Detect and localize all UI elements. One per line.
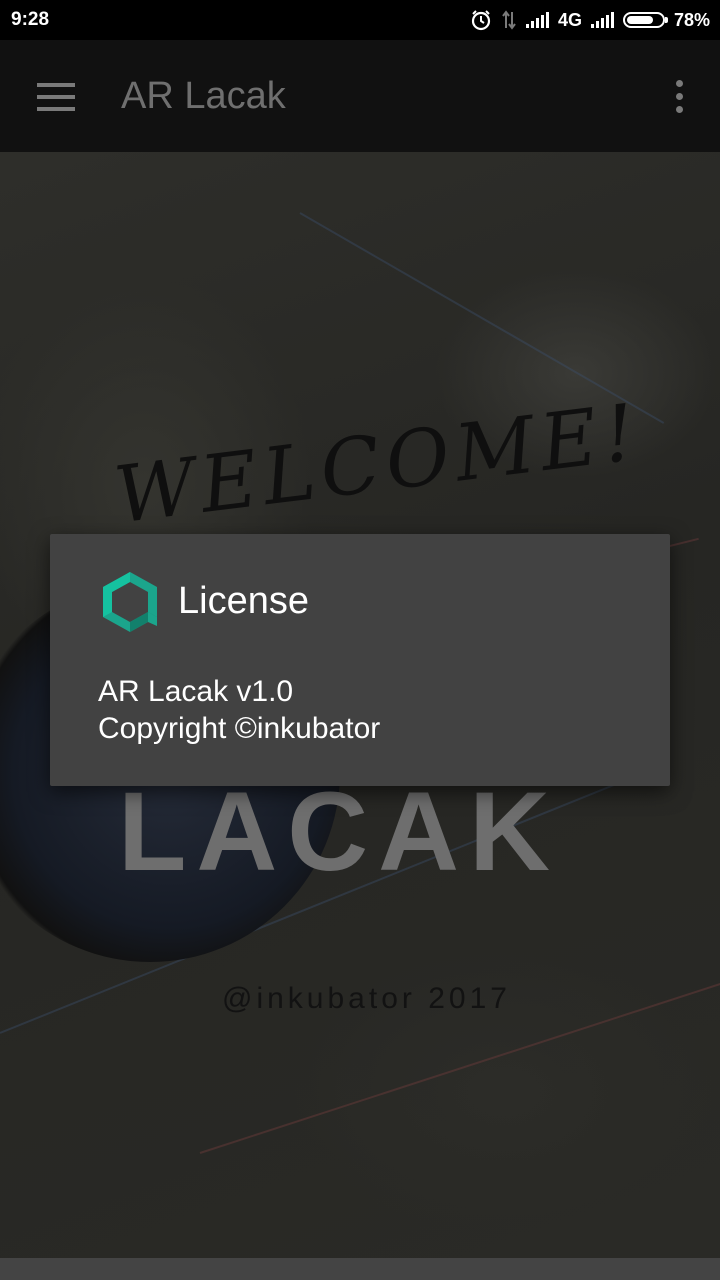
battery-percent: 78% bbox=[673, 9, 710, 30]
welcome-text: WELCOME! bbox=[110, 387, 646, 542]
app-logo-icon bbox=[103, 572, 157, 632]
data-transfer-icon bbox=[502, 10, 516, 30]
bottom-strip bbox=[0, 1258, 720, 1280]
status-icons: 4G 78% bbox=[470, 8, 710, 32]
alarm-icon bbox=[471, 10, 491, 31]
app-title: AR Lacak bbox=[121, 75, 286, 117]
network-type: 4G bbox=[557, 9, 582, 30]
status-time: 9:28 bbox=[11, 9, 50, 30]
dialog-title: License bbox=[178, 580, 309, 622]
credit-text: @inkubator 2017 bbox=[222, 982, 511, 1015]
signal-icon bbox=[590, 12, 614, 28]
version-text: AR Lacak v1.0 bbox=[98, 675, 294, 708]
status-bar: 9:28 4G 78% bbox=[0, 0, 720, 40]
copyright-text: Copyright ©inkubator bbox=[98, 712, 381, 745]
more-vert-icon[interactable] bbox=[674, 80, 684, 114]
battery-icon bbox=[622, 12, 668, 28]
app-bar: AR Lacak bbox=[0, 40, 720, 152]
license-dialog[interactable]: License AR Lacak v1.0 Copyright ©inkubat… bbox=[50, 534, 670, 786]
menu-icon[interactable] bbox=[37, 83, 75, 111]
signal-icon bbox=[525, 12, 549, 28]
app-name-text: LACAK bbox=[118, 769, 560, 894]
